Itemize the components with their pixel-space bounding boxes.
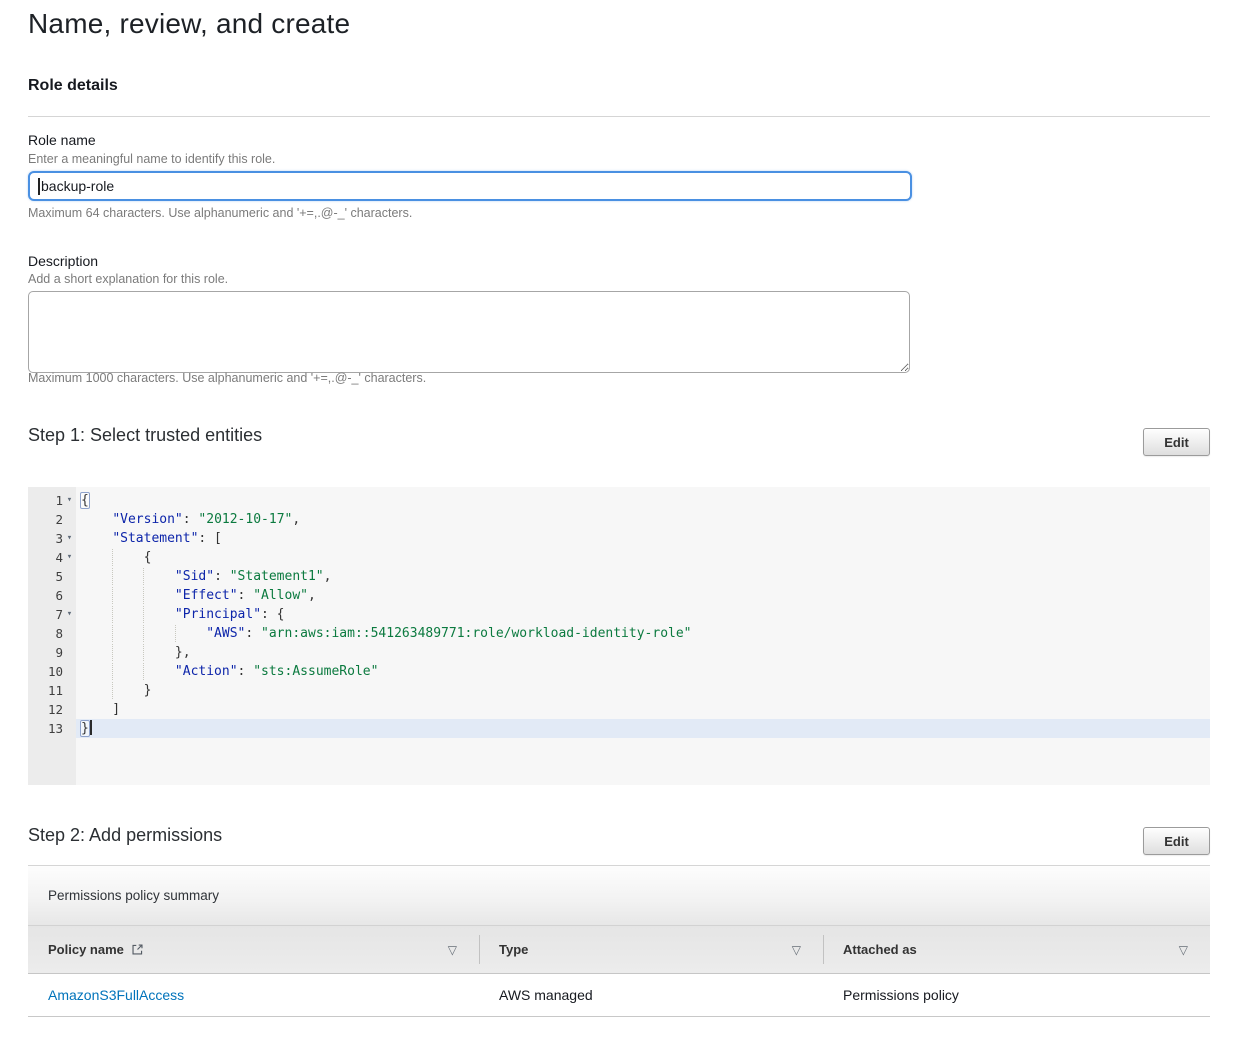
editor-line[interactable]: ] — [76, 700, 1210, 719]
indent-guide — [112, 549, 113, 566]
indent-guide — [143, 568, 144, 585]
policy-table-header: Policy name ▽ Type ▽ Attached as ▽ — [28, 926, 1210, 974]
description-hint: Add a short explanation for this role. — [28, 272, 228, 286]
editor-line-number: 10 — [28, 662, 76, 681]
step2-heading: Step 2: Add permissions — [28, 825, 222, 846]
external-link-icon — [131, 943, 144, 956]
editor-line-number: 9 — [28, 643, 76, 662]
step1-edit-button[interactable]: Edit — [1143, 428, 1210, 456]
sort-icon[interactable]: ▽ — [1179, 943, 1188, 957]
column-header-policy-name: Policy name ▽ — [28, 926, 479, 973]
indent-guide — [112, 682, 113, 699]
indent-guide — [112, 663, 113, 680]
editor-line-number: 2 — [28, 510, 76, 529]
role-details-heading: Role details — [28, 77, 118, 95]
editor-line-number: 7▾ — [28, 605, 76, 624]
editor-line[interactable]: "Sid": "Statement1", — [76, 567, 1210, 586]
role-name-hint: Enter a meaningful name to identify this… — [28, 152, 275, 166]
editor-line[interactable]: } — [76, 681, 1210, 700]
editor-line[interactable]: "Action": "sts:AssumeRole" — [76, 662, 1210, 681]
editor-line-number: 4▾ — [28, 548, 76, 567]
editor-line[interactable]: } — [76, 719, 1210, 738]
editor-gutter: 1▾23▾4▾567▾8910111213 — [28, 487, 76, 785]
text-cursor — [38, 178, 40, 195]
table-cell: AmazonS3FullAccess — [28, 974, 479, 1016]
editor-code[interactable]: { "Version": "2012-10-17", "Statement": … — [76, 487, 1210, 785]
editor-line[interactable]: }, — [76, 643, 1210, 662]
name-review-create-page: Name, review, and create Role details Ro… — [0, 0, 1242, 1037]
fold-arrow-icon[interactable]: ▾ — [63, 529, 76, 548]
editor-line-number: 6 — [28, 586, 76, 605]
step1-heading: Step 1: Select trusted entities — [28, 425, 262, 446]
role-name-constraint: Maximum 64 characters. Use alphanumeric … — [28, 206, 412, 220]
indent-guide — [143, 644, 144, 661]
indent-guide — [175, 625, 176, 642]
table-cell: AWS managed — [479, 974, 823, 1016]
matched-bracket: } — [80, 720, 90, 737]
editor-line-number: 5 — [28, 567, 76, 586]
matched-bracket: { — [80, 492, 90, 509]
editor-line-number: 8 — [28, 624, 76, 643]
policy-table-row: AmazonS3FullAccess AWS managedPermissions… — [28, 974, 1210, 1017]
table-cell: Permissions policy — [823, 974, 1210, 1016]
editor-line[interactable]: "Effect": "Allow", — [76, 586, 1210, 605]
fold-arrow-icon[interactable]: ▾ — [63, 491, 76, 510]
editor-line-number: 13 — [28, 719, 76, 738]
sort-icon[interactable]: ▽ — [448, 943, 457, 957]
editor-line-number: 1▾ — [28, 491, 76, 510]
trust-policy-editor[interactable]: 1▾23▾4▾567▾8910111213 { "Version": "2012… — [28, 487, 1210, 785]
indent-guide — [112, 587, 113, 604]
column-label: Type — [499, 942, 528, 957]
editor-line-number: 11 — [28, 681, 76, 700]
editor-line[interactable]: "Principal": { — [76, 605, 1210, 624]
indent-guide — [143, 663, 144, 680]
sort-icon[interactable]: ▽ — [792, 943, 801, 957]
fold-arrow-icon[interactable]: ▾ — [63, 605, 76, 624]
indent-guide — [112, 644, 113, 661]
editor-line[interactable]: "AWS": "arn:aws:iam::541263489771:role/w… — [76, 624, 1210, 643]
page-title: Name, review, and create — [28, 8, 350, 40]
column-label: Policy name — [48, 942, 124, 957]
fold-arrow-icon[interactable]: ▾ — [63, 548, 76, 567]
description-label: Description — [28, 253, 98, 269]
editor-cursor — [90, 720, 92, 735]
step2-edit-button[interactable]: Edit — [1143, 827, 1210, 855]
role-name-label: Role name — [28, 132, 96, 148]
role-name-input[interactable] — [28, 171, 912, 201]
policy-name-link[interactable]: AmazonS3FullAccess — [48, 987, 184, 1003]
column-header-attached-as: Attached as ▽ — [823, 926, 1210, 973]
column-divider — [823, 935, 824, 964]
indent-guide — [143, 625, 144, 642]
description-constraint: Maximum 1000 characters. Use alphanumeri… — [28, 371, 426, 385]
permissions-summary-title: Permissions policy summary — [48, 888, 219, 903]
editor-line-number: 12 — [28, 700, 76, 719]
indent-guide — [112, 625, 113, 642]
editor-line[interactable]: "Version": "2012-10-17", — [76, 510, 1210, 529]
description-textarea[interactable] — [28, 291, 910, 373]
indent-guide — [112, 606, 113, 623]
role-details-divider — [28, 116, 1210, 117]
indent-guide — [143, 587, 144, 604]
editor-line[interactable]: { — [76, 491, 1210, 510]
column-divider — [479, 935, 480, 964]
permissions-summary-header: Permissions policy summary — [28, 866, 1210, 926]
editor-line-number: 3▾ — [28, 529, 76, 548]
indent-guide — [112, 568, 113, 585]
column-header-type: Type ▽ — [479, 926, 823, 973]
indent-guide — [143, 606, 144, 623]
column-label: Attached as — [843, 942, 917, 957]
editor-line[interactable]: { — [76, 548, 1210, 567]
editor-line[interactable]: "Statement": [ — [76, 529, 1210, 548]
